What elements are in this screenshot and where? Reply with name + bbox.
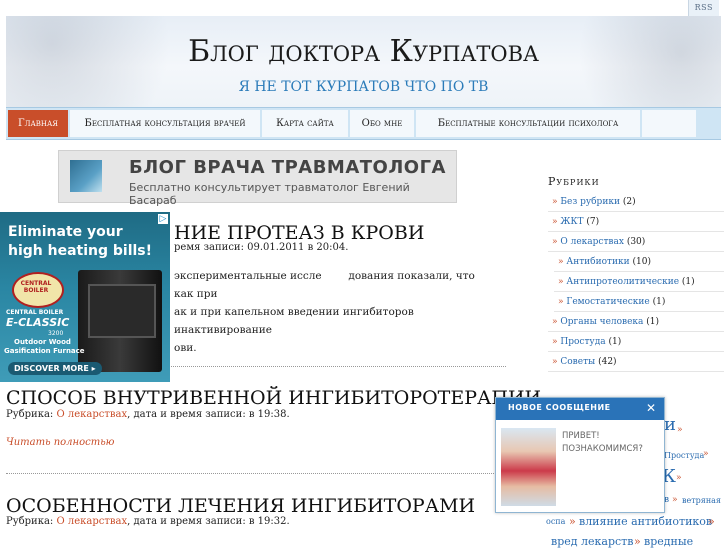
popup-header: НОВОЕ СООБЩЕНИЕ ✕ [496,398,664,420]
site-subtitle: Я НЕ ТОТ КУРПАТОВ ЧТО ПО ТВ [238,79,489,95]
main-nav: Главная Бесплатная консультация врачей К… [6,107,721,140]
post-meta: Рубрика: О лекарствах, дата и время запи… [6,409,290,420]
adchoices-icon[interactable]: ▷ [158,214,168,224]
category-item[interactable]: » Без рубрики (2) [548,193,724,212]
banner-title: БЛОГ ВРАЧА ТРАВМАТОЛОГА [129,157,446,178]
nav-item-psych[interactable]: Бесплатные консультации психолога [416,110,640,137]
brand-logo-text: CENTRAL BOILER [20,280,52,294]
rss-link[interactable]: RSS [687,0,719,16]
popup-message[interactable]: ПРИВЕТ! ПОЗНАКОМИМСЯ? [562,430,657,456]
tag-link[interactable]: вредные [644,535,693,548]
post-excerpt: экспериментальные иссле дования показали… [174,270,475,354]
sidebar-heading: Рубрики [548,175,600,188]
tag-link[interactable]: вред лекарств [551,535,633,548]
tag-link[interactable]: Простуда [664,451,704,460]
ad-description: Gasification Furnace [4,347,85,355]
ad-description: Outdoor Wood [14,338,71,346]
close-icon[interactable]: ✕ [646,401,656,415]
profile-photo[interactable] [501,428,556,506]
tag-link[interactable]: оспа [546,517,565,526]
post-title[interactable]: НИЕ ПРОТЕАЗ В КРОВИ [174,222,424,244]
nav-item-consult[interactable]: Бесплатная консультация врачей [70,110,260,137]
tag-separator: » [569,515,576,528]
post-separator [6,473,506,474]
category-item[interactable]: » Органы человека (1) [548,313,724,332]
tag-separator: » [708,515,715,528]
floating-ad[interactable]: ▷ Eliminate your high heating bills! CEN… [0,212,170,382]
doctor-photo [70,160,102,192]
post-meta: ремя записи: 09.01.2011 в 20:04. [174,242,349,253]
ad-model-number: 3200 [48,330,64,337]
tag-link[interactable]: ветряная [682,496,721,505]
tag-separator: » [634,535,641,548]
nav-item-blank[interactable] [642,110,696,137]
ad-headline: high heating bills! [8,243,153,259]
category-item[interactable]: » Гемостатические (1) [554,293,724,312]
category-item[interactable]: » Советы (42) [548,353,724,372]
post-meta: Рубрика: О лекарствах, дата и время запи… [6,516,290,527]
category-item[interactable]: » ЖКТ (7) [548,213,724,232]
category-item[interactable]: » Антипротеолитические (1) [554,273,724,292]
post-category-link[interactable]: О лекарствах [56,516,127,527]
tag-separator: » [703,449,709,459]
furnace-image [78,270,162,372]
read-more-link[interactable]: Читать полностью [6,437,115,448]
tag-separator: » [676,473,682,483]
nav-item-about[interactable]: Обо мне [350,110,414,137]
category-item[interactable]: » Антибиотики (10) [554,253,724,272]
tag-link[interactable]: и [664,414,676,435]
promo-banner[interactable]: БЛОГ ВРАЧА ТРАВМАТОЛОГА Бесплатно консул… [58,150,457,207]
site-title[interactable]: Блог доктора Курпатова [6,34,721,69]
ad-headline: Eliminate your [8,224,123,240]
nav-item-sitemap[interactable]: Карта сайта [262,110,348,137]
nav-item-home[interactable]: Главная [8,110,68,137]
category-item[interactable]: » О лекарствах (30) [548,233,724,252]
ad-model: E-CLASSIC [6,316,70,329]
post-title[interactable]: СПОСОБ ВНУТРИВЕННОЙ ИНГИБИТОРОТЕРАПИИ [6,387,541,409]
message-popup[interactable]: НОВОЕ СООБЩЕНИЕ ✕ ПРИВЕТ! ПОЗНАКОМИМСЯ? [495,397,665,513]
post-title[interactable]: ОСОБЕННОСТИ ЛЕЧЕНИЯ ИНГИБИТОРАМИ [6,495,475,517]
popup-title: НОВОЕ СООБЩЕНИЕ [508,403,611,412]
site-header: Блог доктора Курпатова Я НЕ ТОТ КУРПАТОВ… [6,16,721,108]
discover-more-button[interactable]: DISCOVER MORE ▸ [8,362,102,375]
tag-separator: » [672,495,678,505]
tag-link[interactable]: влияние антибиотиков [579,515,712,528]
post-category-link[interactable]: О лекарствах [56,409,127,420]
banner-subtitle: Бесплатно консультирует травматолог Евге… [129,181,410,207]
ad-brand: CENTRAL BOILER [6,309,64,316]
category-item[interactable]: » Простуда (1) [548,333,724,352]
tag-separator: » [677,425,683,435]
